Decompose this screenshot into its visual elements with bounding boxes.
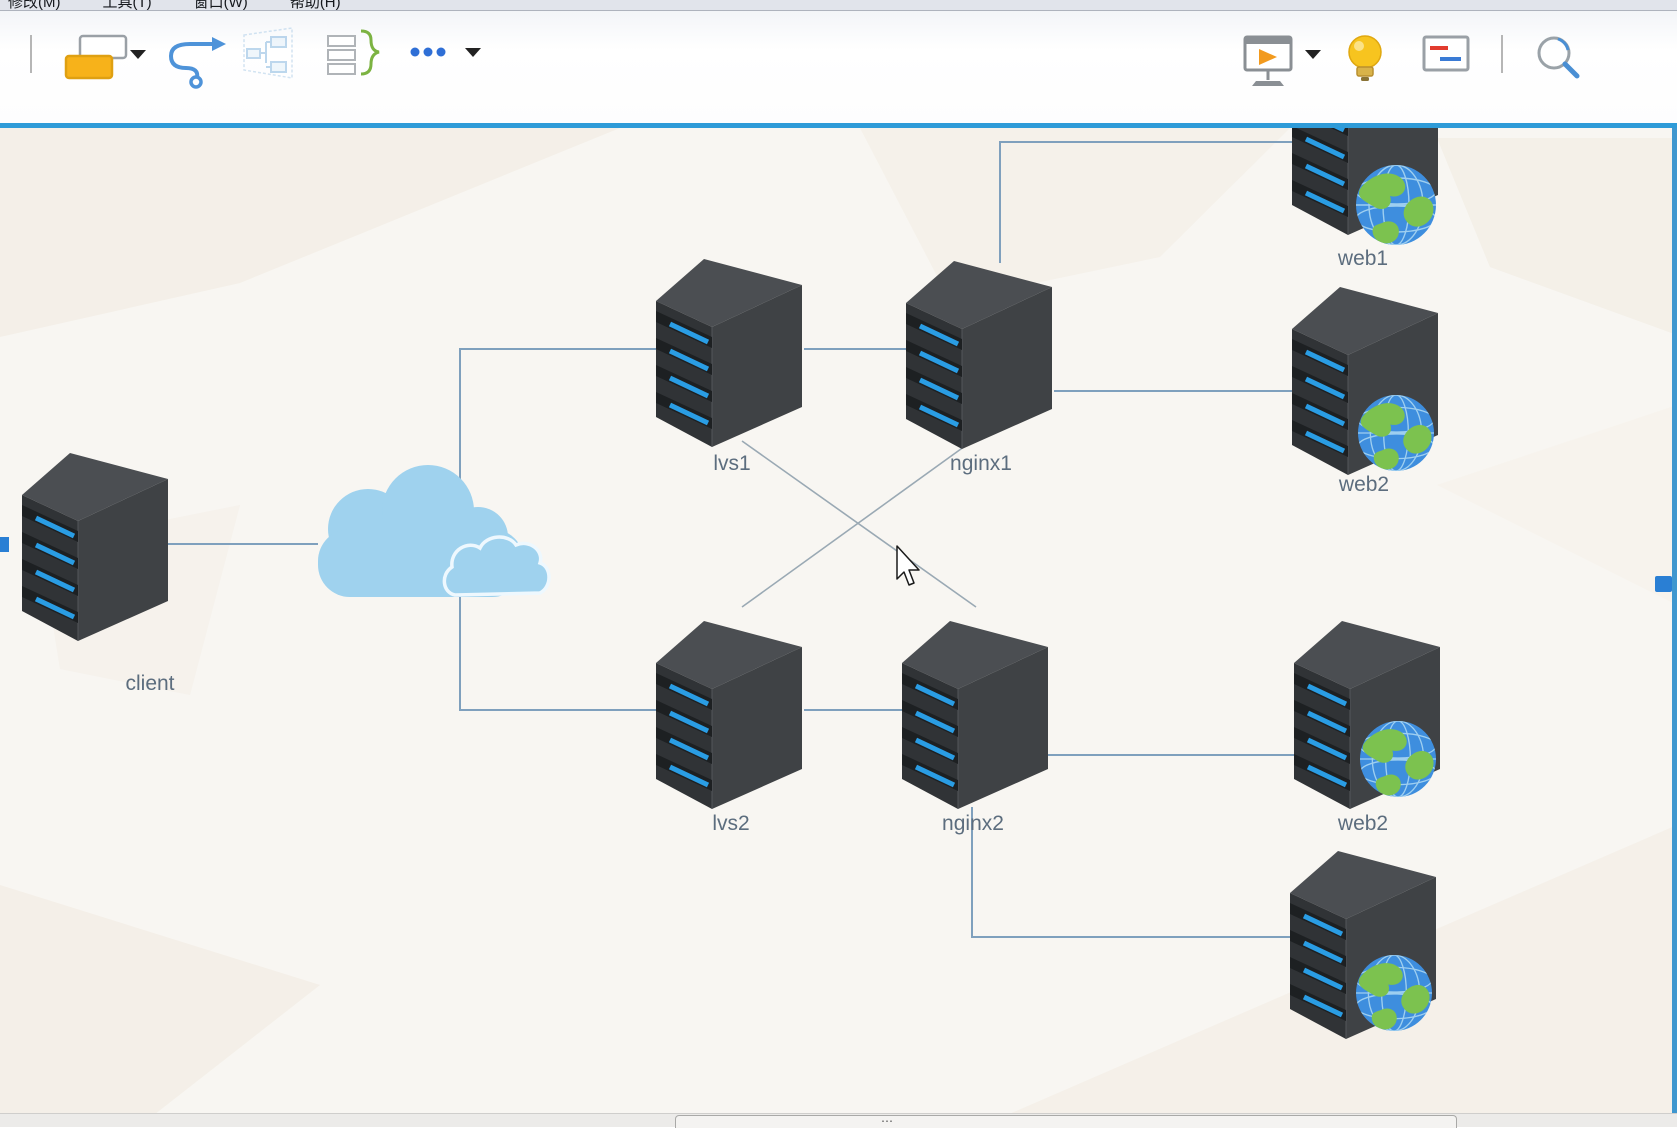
- globe-icon: [1358, 395, 1434, 471]
- node-nginx1[interactable]: [906, 261, 1052, 449]
- diagram-canvas[interactable]: client lvs1 nginx1 lvs2 nginx2 web1 web2…: [0, 123, 1677, 1127]
- canvas-right-border: [1672, 128, 1677, 1118]
- node-label-lvs2: lvs2: [712, 812, 749, 836]
- node-lvs1[interactable]: [656, 259, 802, 447]
- menu-item-tools[interactable]: 工具(T): [103, 0, 152, 11]
- node-internet-cloud[interactable]: [318, 465, 549, 597]
- right-edge-handle[interactable]: [1655, 576, 1672, 592]
- globe-icon: [1356, 165, 1436, 245]
- more-options-icon[interactable]: [411, 48, 446, 57]
- more-options-dropdown-icon[interactable]: [465, 48, 481, 57]
- node-label-nginx2: nginx2: [942, 812, 1004, 836]
- edge-internet-lvs1: [460, 349, 656, 489]
- mouse-cursor-icon: [897, 546, 919, 585]
- toolbar: [0, 11, 1677, 123]
- hint-bulb-icon[interactable]: [1349, 36, 1381, 81]
- tree-layout-icon[interactable]: [244, 28, 292, 78]
- left-edge-handle[interactable]: [0, 537, 9, 552]
- edge-internet-lvs2: [460, 593, 656, 710]
- shape-style-dropdown-icon[interactable]: [130, 50, 146, 59]
- bottom-scroll-strip: ⋯: [0, 1113, 1677, 1127]
- menu-item-window[interactable]: 窗口(W): [194, 0, 248, 11]
- scrollbar-dots: ⋯: [881, 1114, 895, 1128]
- menu-item-modify[interactable]: 修改(M): [8, 0, 61, 11]
- node-label-lvs1: lvs1: [713, 452, 750, 476]
- menu-bar: 修改(M) 工具(T) 窗口(W) 帮助(H): [0, 0, 1677, 11]
- globe-icon: [1360, 721, 1436, 797]
- outline-brace-icon[interactable]: [328, 31, 379, 74]
- node-nginx2[interactable]: [902, 621, 1048, 809]
- shape-style-icon[interactable]: [66, 36, 126, 78]
- presentation-dropdown-icon[interactable]: [1305, 50, 1321, 59]
- node-label-web1: web1: [1338, 247, 1388, 271]
- format-panel-icon[interactable]: [1424, 37, 1468, 70]
- presentation-icon[interactable]: [1245, 37, 1291, 86]
- node-label-nginx1: nginx1: [950, 452, 1012, 476]
- node-lvs2[interactable]: [656, 621, 802, 809]
- node-label-web2-bottom: web2: [1338, 812, 1388, 836]
- search-icon[interactable]: [1539, 38, 1577, 76]
- horizontal-scrollbar[interactable]: ⋯: [675, 1115, 1457, 1128]
- menu-item-help[interactable]: 帮助(H): [290, 0, 341, 11]
- connector-icon[interactable]: [171, 37, 226, 87]
- node-label-client: client: [125, 672, 174, 696]
- edge-nginx2-webunlabeled: [972, 807, 1290, 937]
- node-label-web2-top: web2: [1339, 473, 1389, 497]
- globe-icon: [1356, 955, 1432, 1031]
